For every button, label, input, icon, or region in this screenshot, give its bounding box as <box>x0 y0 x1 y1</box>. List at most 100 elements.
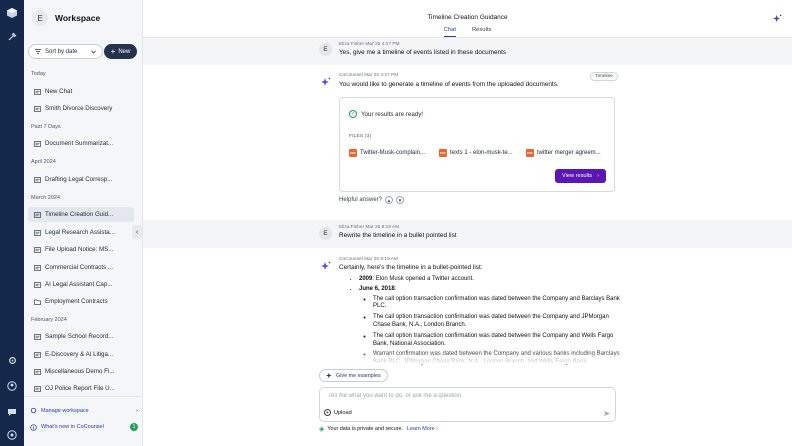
results-ready: ✓ Your results are ready! <box>349 110 423 118</box>
sparkle-icon[interactable] <box>773 14 782 25</box>
pdf-icon: PDF <box>526 149 534 157</box>
file-chip[interactable]: PDF texts 1 - elon-musk-te... <box>439 149 513 157</box>
new-chat-button[interactable]: + New <box>104 44 137 59</box>
folder-icon <box>34 298 42 305</box>
sidebar-item-new-chat[interactable]: New Chat <box>28 84 134 99</box>
message-meta: CoCounsel Mar 25 9:19 AM <box>339 257 398 262</box>
sidebar-item-file-upload-notice[interactable]: File Upload Notice: MS... <box>28 242 134 257</box>
sidebar-item-oj-police-report[interactable]: OJ Police Report File U... <box>28 381 134 396</box>
manage-workspace-label: Manage workspace <box>41 407 89 414</box>
tab-chat[interactable]: Chat <box>443 27 456 37</box>
sidebar-item-document-summarization[interactable]: Document Summarizat... <box>28 136 134 151</box>
message-meta: Eliza Fisher Mar 25 4:27 PM <box>339 42 400 47</box>
chat-list-icon <box>34 264 42 271</box>
chat-icon[interactable] <box>5 405 19 419</box>
sidebar-item-label: New Chat <box>45 88 73 95</box>
sidebar-item-legal-research[interactable]: Legal Research Assista... <box>28 225 134 240</box>
view-results-button[interactable]: View results › <box>555 169 606 183</box>
sort-label: Sort by date <box>45 48 78 55</box>
sidebar-item-timeline-creation[interactable]: Timeline Creation Guid... <box>28 207 134 222</box>
sidebar-item-label: E-Discovery & AI Litiga... <box>45 351 114 358</box>
group-label-march-2024: March 2024 <box>31 195 61 201</box>
whats-new-link[interactable]: What's new in CoCounsel 1 <box>30 423 138 431</box>
give-examples-button[interactable]: Give me examples <box>319 369 388 382</box>
sidebar-item-misc-demo[interactable]: Miscellaneous Demo Fi... <box>28 364 134 379</box>
give-examples-label: Give me examples <box>336 372 381 379</box>
bullet-colon: : <box>394 285 397 292</box>
sidebar-item-label: Commercial Contracts ... <box>45 264 114 271</box>
results-card: ✓ Your results are ready! FILES (3) PDF … <box>339 97 615 192</box>
user-message: E Eliza Fisher Mar 25 9:19 AM Rewrite th… <box>143 220 792 248</box>
sidebar-item-label: Timeline Creation Guid... <box>45 211 114 218</box>
privacy-note: ◈ Your data is private and secure. Learn… <box>319 425 438 433</box>
sidebar-item-label: Legal Research Assista... <box>45 229 115 236</box>
sidebar-item-ai-legal-assistant[interactable]: AI Legal Assistant Cap... <box>28 277 134 292</box>
message-text: Certainly, here's the timeline in a bull… <box>339 264 483 271</box>
sidebar-item-label: Drafting Legal Corresp... <box>45 176 113 183</box>
sidebar-item-commercial-contracts[interactable]: Commercial Contracts ... <box>28 260 134 275</box>
upload-button[interactable]: + Upload <box>324 409 352 416</box>
whats-new-label: What's new in CoCounsel <box>41 424 104 430</box>
file-chip[interactable]: PDF Twitter-Musk-complain... <box>349 149 425 157</box>
manage-workspace-link[interactable]: Manage workspace › <box>30 407 138 414</box>
thumbs-down-icon[interactable]: ▼ <box>396 196 405 204</box>
tools-icon[interactable] <box>5 30 19 44</box>
results-ready-text: Your results are ready! <box>361 110 424 118</box>
sidebar-item-e-discovery[interactable]: E-Discovery & AI Litiga... <box>28 347 134 362</box>
profile-icon[interactable] <box>5 379 19 393</box>
upload-label: Upload <box>334 409 352 416</box>
chevron-right-icon: › <box>597 173 599 179</box>
gear-icon <box>30 407 37 414</box>
file-chip[interactable]: PDF twitter merger agreem... <box>526 149 601 157</box>
files-label: FILES (3) <box>349 134 372 139</box>
chat-list-icon <box>34 176 42 183</box>
list-item: The call option transaction confirmation… <box>373 296 621 312</box>
sidebar-item-sample-school[interactable]: Sample School Record... <box>28 329 134 344</box>
message-input[interactable] <box>328 393 598 399</box>
message-text: Yes, give me a timeline of events listed… <box>339 49 507 56</box>
sidebar-item-drafting-legal[interactable]: Drafting Legal Corresp... <box>28 172 134 187</box>
chat-list-icon <box>34 246 42 253</box>
chat-list-icon <box>34 140 42 147</box>
message-text: You would like to generate a timeline of… <box>339 81 559 88</box>
message-meta: CoCounsel Mar 25 4:27 PM <box>339 73 399 78</box>
user-avatar: E <box>319 43 332 56</box>
bullet-date: June 6, 2018 <box>359 285 395 292</box>
chevron-right-icon: › <box>136 407 138 414</box>
info-icon <box>30 423 37 431</box>
group-label-today: Today <box>31 71 46 77</box>
chat-list-icon <box>34 88 42 95</box>
cocounsel-sparkle-icon <box>319 75 332 88</box>
bullet-date: 2009 <box>359 276 373 282</box>
sidebar-item-label: Document Summarizat... <box>45 140 114 147</box>
sidebar-item-label: Smith Divorce Discovery <box>45 105 113 112</box>
learn-more-link[interactable]: Learn More › <box>407 426 438 432</box>
workspace-title: Workspace <box>55 13 101 23</box>
tab-results[interactable]: Results <box>472 27 491 37</box>
sidebar-item-smith-divorce[interactable]: Smith Divorce Discovery <box>28 101 134 116</box>
send-icon[interactable]: ➤ <box>603 409 610 418</box>
shield-check-icon: ◈ <box>319 426 325 433</box>
sidebar-item-label: Employment Contracts <box>45 298 108 305</box>
feedback-row: Helpful answer? ▲ ▼ <box>339 196 405 204</box>
pdf-icon: PDF <box>439 149 447 157</box>
plus-circle-icon: + <box>324 409 331 416</box>
avatar[interactable]: E <box>32 10 48 26</box>
chat-list-icon <box>34 333 42 340</box>
chevron-down-icon <box>91 50 96 54</box>
chat-list-icon <box>34 229 42 236</box>
chat-list-icon <box>34 351 42 358</box>
app-logo-icon[interactable] <box>5 6 19 20</box>
help-icon[interactable] <box>5 428 19 442</box>
user-message: E Eliza Fisher Mar 25 4:27 PM Yes, give … <box>143 38 792 65</box>
sort-button[interactable]: Sort by date <box>28 44 103 59</box>
bullet-text: : Elon Musk opened a Twitter account. <box>372 276 474 282</box>
thumbs-up-icon[interactable]: ▲ <box>385 196 394 204</box>
chat-list-icon <box>34 281 42 288</box>
sidebar-item-employment-contracts[interactable]: Employment Contracts <box>28 294 134 309</box>
cocounsel-sparkle-icon <box>319 259 332 272</box>
sidebar-item-label: Miscellaneous Demo Fi... <box>45 368 115 375</box>
settings-icon[interactable] <box>5 353 19 367</box>
collapse-sidebar-button[interactable]: ‹ <box>132 225 142 239</box>
helpful-label: Helpful answer? <box>339 197 383 203</box>
